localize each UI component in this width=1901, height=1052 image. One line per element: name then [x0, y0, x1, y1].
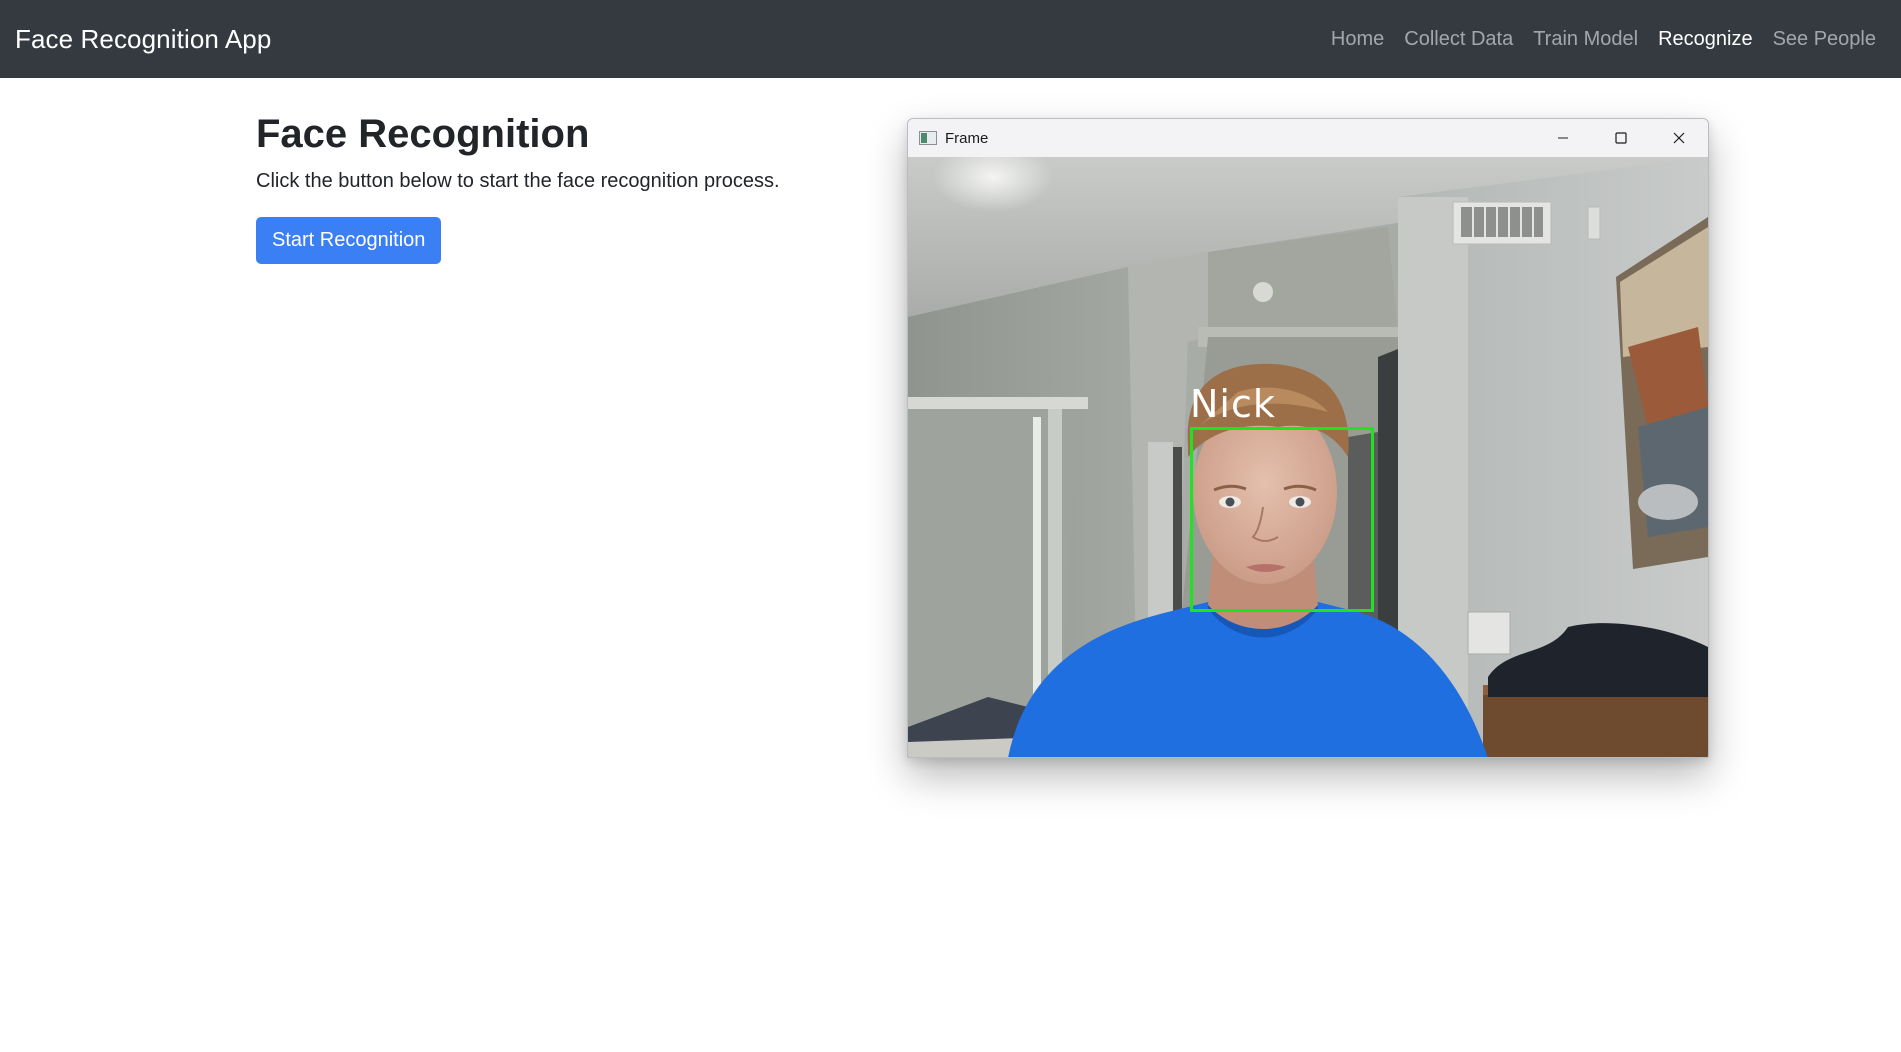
navbar-brand[interactable]: Face Recognition App — [15, 24, 271, 55]
frame-window-title: Frame — [945, 129, 989, 147]
nav-links: Home Collect Data Train Model Recognize … — [1321, 28, 1886, 51]
maximize-icon — [1615, 132, 1627, 144]
page-title: Face Recognition — [256, 112, 590, 156]
face-bounding-box — [1190, 427, 1374, 612]
close-icon — [1673, 132, 1685, 144]
nav-link-home[interactable]: Home — [1321, 28, 1394, 51]
page-description: Click the button below to start the face… — [256, 170, 780, 192]
frame-window[interactable]: Frame Nick — [907, 118, 1709, 758]
camera-feed: Nick — [908, 142, 1708, 757]
maximize-button[interactable] — [1592, 119, 1650, 157]
minimize-icon — [1558, 137, 1568, 139]
recognized-name-label: Nick — [1190, 382, 1276, 426]
window-app-icon — [919, 131, 937, 145]
navbar: Face Recognition App Home Collect Data T… — [0, 0, 1901, 78]
main-content: Face Recognition Click the button below … — [256, 110, 896, 264]
close-button[interactable] — [1650, 119, 1708, 157]
nav-link-see-people[interactable]: See People — [1763, 28, 1886, 51]
start-recognition-button[interactable]: Start Recognition — [256, 217, 442, 264]
nav-link-train-model[interactable]: Train Model — [1523, 28, 1648, 51]
frame-titlebar[interactable]: Frame — [908, 119, 1708, 157]
nav-link-recognize[interactable]: Recognize — [1648, 28, 1763, 51]
minimize-button[interactable] — [1534, 119, 1592, 157]
nav-link-collect-data[interactable]: Collect Data — [1394, 28, 1523, 51]
